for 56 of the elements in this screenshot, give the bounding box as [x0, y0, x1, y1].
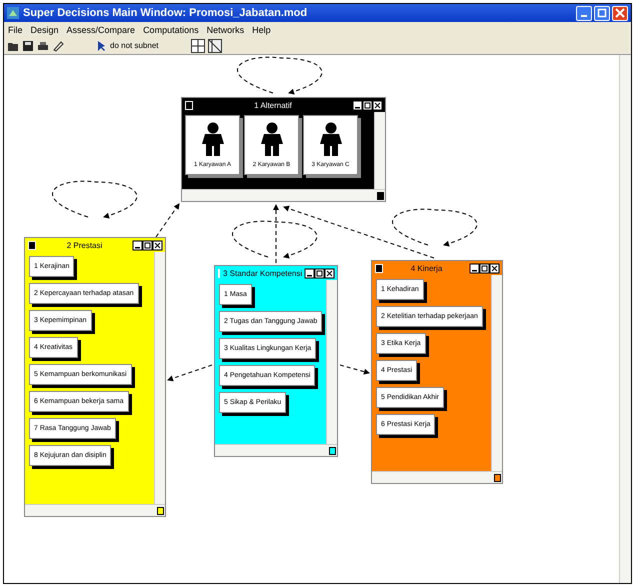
vertical-scrollbar[interactable] [619, 55, 631, 583]
vertical-scrollbar[interactable] [326, 280, 337, 444]
maximize-icon[interactable] [143, 240, 152, 250]
person-icon [318, 122, 342, 156]
person-icon [260, 122, 284, 156]
dashed-arrow [156, 203, 180, 238]
close-button[interactable] [612, 6, 628, 20]
maximize-icon[interactable] [363, 100, 372, 110]
minimize-icon[interactable] [470, 264, 479, 272]
vertical-scrollbar[interactable] [491, 275, 502, 471]
maximize-icon[interactable] [480, 264, 489, 272]
close-icon[interactable] [325, 268, 334, 278]
print-icon[interactable] [37, 40, 49, 52]
menu-item[interactable]: Networks [206, 24, 244, 34]
dashed-arrow [273, 204, 279, 264]
grid-icon[interactable] [191, 38, 206, 52]
vertical-scrollbar[interactable] [374, 112, 385, 189]
maximize-button[interactable] [594, 6, 610, 20]
vertical-scrollbar[interactable] [154, 252, 165, 504]
minimize-icon[interactable] [353, 100, 362, 110]
horizontal-scrollbar[interactable] [25, 504, 165, 516]
grid-icon[interactable] [208, 38, 222, 52]
system-menu-icon[interactable] [375, 264, 383, 272]
app-icon [7, 7, 19, 19]
close-icon[interactable] [153, 240, 162, 250]
save-icon[interactable] [22, 40, 34, 52]
window-title: Super Decisions Main Window: Promosi_Jabatan.mod [23, 7, 308, 19]
horizontal-scrollbar[interactable] [182, 189, 385, 201]
system-menu-icon[interactable] [185, 100, 193, 110]
cluster-title: 2 Prestasi [66, 240, 104, 250]
horizontal-scrollbar[interactable] [215, 444, 337, 456]
maximize-icon[interactable] [315, 268, 324, 278]
minimize-icon[interactable] [305, 268, 314, 278]
pencil-icon[interactable] [52, 40, 64, 52]
maximize-icon [597, 8, 607, 18]
cluster-title: 4 Kinerja [410, 264, 444, 272]
minimize-icon [581, 15, 587, 17]
menu-item[interactable]: Computations [143, 24, 199, 34]
cluster-title: 1 Alternatif [253, 100, 293, 110]
menu-item[interactable]: Help [252, 24, 271, 34]
menu-item[interactable]: Design [30, 24, 59, 34]
close-icon [615, 8, 625, 18]
cursor-icon[interactable] [95, 40, 107, 52]
person-icon [200, 122, 224, 156]
cluster-title: 3 Standar Kompetensi [223, 268, 302, 278]
minimize-icon[interactable] [133, 240, 142, 250]
close-icon[interactable] [373, 100, 382, 110]
horizontal-scrollbar[interactable] [372, 471, 502, 483]
dashed-arrow [167, 364, 212, 382]
minimize-button[interactable] [576, 6, 592, 20]
system-menu-icon[interactable] [28, 240, 36, 250]
dashed-arrow [340, 364, 370, 375]
menu-item[interactable]: Assess/Compare [66, 24, 136, 34]
menu-item[interactable]: File [8, 24, 23, 34]
close-icon[interactable] [490, 264, 499, 272]
toolbar-label: do not subnet [110, 41, 158, 50]
